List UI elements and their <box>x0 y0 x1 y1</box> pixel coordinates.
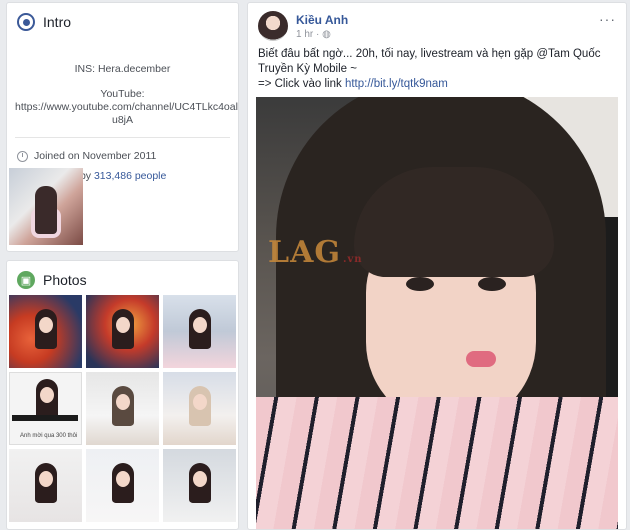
clock-icon <box>17 150 28 162</box>
intro-title: Intro <box>43 14 72 30</box>
post-time-text: 1 hr · <box>296 29 323 40</box>
bio-youtube: YouTube: https://www.youtube.com/channel… <box>15 88 238 126</box>
photo-thumb[interactable] <box>9 449 82 522</box>
more-options-icon[interactable]: ··· <box>599 11 616 27</box>
photo-thumb[interactable] <box>163 295 236 368</box>
post-text: Biết đâu bất ngờ... 20h, tối nay, livest… <box>248 41 626 92</box>
author-name[interactable]: Kiều Anh <box>296 13 348 27</box>
intro-icon <box>17 13 35 31</box>
post-link[interactable]: http://bit.ly/tqtk9nam <box>345 78 448 90</box>
photo-thumb[interactable] <box>86 449 159 522</box>
post-time[interactable]: 1 hr · ◍ <box>296 29 348 40</box>
thumb-caption: Anh mời qua 300 thôi <box>20 433 78 439</box>
bio-divider <box>15 137 230 138</box>
photos-title[interactable]: Photos <box>43 272 87 288</box>
joined-row: Joined on November 2011 <box>7 150 238 162</box>
intro-header: Intro <box>7 3 238 31</box>
joined-text: Joined on November 2011 <box>34 150 157 162</box>
photo-thumb[interactable] <box>86 372 159 445</box>
photo-thumb[interactable]: Anh mời qua 300 thôi <box>9 372 82 445</box>
post-text-line1: Biết đâu bất ngờ... 20h, tối nay, livest… <box>258 48 601 75</box>
globe-icon: ◍ <box>322 29 331 40</box>
post-photo[interactable]: LAG .vn <box>256 97 618 529</box>
featured-photo[interactable] <box>9 168 83 245</box>
post-text-line2: => Click vào link <box>258 78 345 90</box>
watermark-text: LAG <box>268 235 341 270</box>
photo-thumb[interactable] <box>86 295 159 368</box>
photo-thumb[interactable] <box>9 295 82 368</box>
photos-icon: ▣ <box>17 271 35 289</box>
watermark-suffix: .vn <box>343 254 363 265</box>
photos-card: ▣ Photos Anh mời qua 300 thôi <box>6 260 239 530</box>
photo-thumb[interactable] <box>163 372 236 445</box>
post-card: Kiều Anh 1 hr · ◍ ··· Biết đâu bất ngờ..… <box>247 2 627 530</box>
post-header: Kiều Anh 1 hr · ◍ ··· <box>248 3 626 41</box>
followers-count-link[interactable]: 313,486 people <box>94 170 166 182</box>
bio-instagram: INS: Hera.december <box>74 63 171 75</box>
author-block: Kiều Anh 1 hr · ◍ <box>296 11 348 40</box>
photo-grid: Anh mời qua 300 thôi <box>9 295 237 522</box>
intro-card: Intro INS: Hera.december YouTube: https:… <box>6 2 239 252</box>
watermark-logo: LAG .vn <box>268 235 363 270</box>
photo-thumb[interactable] <box>163 449 236 522</box>
photos-header: ▣ Photos <box>7 261 238 289</box>
author-avatar[interactable] <box>258 11 288 41</box>
